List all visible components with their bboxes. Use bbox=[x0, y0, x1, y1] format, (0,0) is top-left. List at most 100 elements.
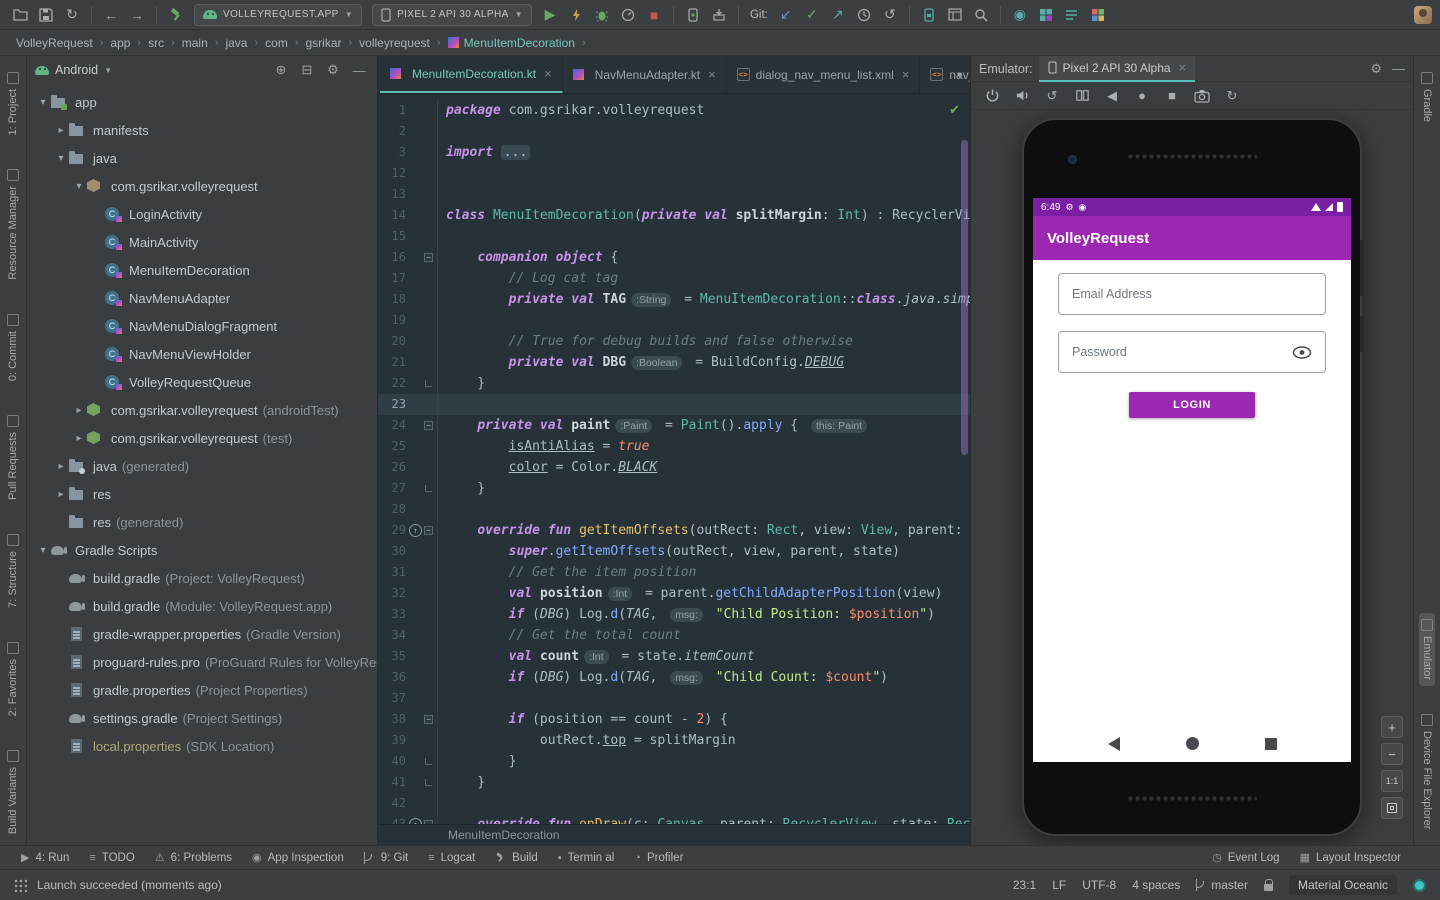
code-line[interactable]: 39 outRect.top = splitMargin bbox=[378, 730, 970, 751]
gutter[interactable]: 36 bbox=[378, 667, 438, 688]
breadcrumb-item[interactable]: app bbox=[110, 36, 130, 50]
gutter[interactable]: 40 bbox=[378, 751, 438, 772]
fold-end-icon[interactable] bbox=[425, 485, 432, 492]
code-line[interactable]: 26 color = Color.BLACK bbox=[378, 457, 970, 478]
fold-end-icon[interactable] bbox=[425, 758, 432, 765]
emulator-settings-icon[interactable]: ⚙ bbox=[1370, 61, 1382, 77]
gutter[interactable]: 39 bbox=[378, 730, 438, 751]
gutter[interactable]: 32 bbox=[378, 583, 438, 604]
rotate-left-icon[interactable]: ↺ bbox=[1043, 87, 1061, 105]
code-line[interactable]: 24− private val paint:Paint = Paint().ap… bbox=[378, 415, 970, 436]
code-line[interactable]: 3import ... bbox=[378, 142, 970, 163]
tree-row[interactable]: CNavMenuAdapter bbox=[27, 284, 377, 312]
code-line[interactable]: 18 private val TAG:String = MenuItemDeco… bbox=[378, 289, 970, 310]
build-hammer-icon[interactable] bbox=[164, 4, 188, 26]
tree-row[interactable]: CNavMenuDialogFragment bbox=[27, 312, 377, 340]
file-encoding[interactable]: UTF-8 bbox=[1082, 878, 1116, 892]
back-icon[interactable]: ← bbox=[99, 4, 123, 26]
volume-icon[interactable] bbox=[1013, 87, 1031, 105]
zoom-fit-button[interactable] bbox=[1381, 797, 1403, 819]
gutter[interactable]: 34 bbox=[378, 625, 438, 646]
layout-inspector-icon[interactable] bbox=[943, 4, 967, 26]
editor-scrollbar[interactable] bbox=[961, 140, 968, 455]
code-line[interactable]: 38− if (position == count - 2) { bbox=[378, 709, 970, 730]
avd-manager-icon[interactable] bbox=[681, 4, 705, 26]
breadcrumb-item[interactable]: MenuItemDecoration bbox=[464, 36, 575, 50]
theme-color-dot[interactable] bbox=[1413, 879, 1426, 892]
gutter[interactable]: 24− bbox=[378, 415, 438, 436]
close-tab-icon[interactable]: × bbox=[708, 67, 716, 82]
tool-button-6-problems[interactable]: ⚠6: Problems bbox=[146, 849, 241, 866]
override-method-icon[interactable]: ↑ bbox=[409, 524, 422, 537]
breadcrumb-item[interactable]: gsrikar bbox=[305, 36, 341, 50]
nav-home-icon[interactable] bbox=[1186, 737, 1199, 750]
tree-row[interactable]: CMenuItemDecoration bbox=[27, 256, 377, 284]
zoom-reset-button[interactable]: 1:1 bbox=[1381, 770, 1403, 792]
tool-button-4-run[interactable]: ▶4: Run bbox=[12, 849, 78, 866]
fold-start-icon[interactable]: − bbox=[424, 820, 433, 824]
gutter[interactable]: 37 bbox=[378, 688, 438, 709]
tree-row[interactable]: CNavMenuViewHolder bbox=[27, 340, 377, 368]
gutter[interactable]: 19 bbox=[378, 310, 438, 331]
fold-end-icon[interactable] bbox=[425, 380, 432, 387]
show-password-icon[interactable] bbox=[1292, 346, 1312, 359]
code-line[interactable]: 2 bbox=[378, 121, 970, 142]
settings-icon[interactable]: ⚙ bbox=[323, 62, 343, 78]
gutter[interactable]: 35 bbox=[378, 646, 438, 667]
gutter[interactable]: 17 bbox=[378, 268, 438, 289]
tree-row[interactable]: gradle-wrapper.properties (Gradle Versio… bbox=[27, 620, 377, 648]
editor-tab[interactable]: MenuItemDecoration.kt× bbox=[380, 56, 563, 93]
gutter[interactable]: 30 bbox=[378, 541, 438, 562]
tree-row[interactable]: ▾com.gsrikar.volleyrequest bbox=[27, 172, 377, 200]
gutter[interactable]: 31 bbox=[378, 562, 438, 583]
code-line[interactable]: 23 bbox=[378, 394, 970, 415]
breadcrumb-item[interactable]: VolleyRequest bbox=[16, 36, 93, 50]
sync-icon[interactable]: ↻ bbox=[60, 4, 84, 26]
tool-button-todo[interactable]: ≡TODO bbox=[80, 849, 143, 866]
device-manager-icon[interactable] bbox=[1034, 4, 1058, 26]
code-line[interactable]: 41 } bbox=[378, 772, 970, 793]
tree-row[interactable]: settings.gradle (Project Settings) bbox=[27, 704, 377, 732]
gutter[interactable]: 16− bbox=[378, 247, 438, 268]
lock-icon[interactable] bbox=[1264, 884, 1273, 891]
gutter[interactable]: 20 bbox=[378, 331, 438, 352]
tool-window-button-device-file-explorer[interactable]: Device File Explorer bbox=[1419, 708, 1435, 835]
gutter[interactable]: 29↑− bbox=[378, 520, 438, 541]
search-icon[interactable] bbox=[969, 4, 993, 26]
tree-row[interactable]: ▸com.gsrikar.volleyrequest (test) bbox=[27, 424, 377, 452]
back-button[interactable]: ◀ bbox=[1103, 87, 1121, 105]
code-line[interactable]: 14class MenuItemDecoration(private val s… bbox=[378, 205, 970, 226]
code-line[interactable]: 19 bbox=[378, 310, 970, 331]
gutter[interactable]: 26 bbox=[378, 457, 438, 478]
fold-start-icon[interactable]: − bbox=[424, 253, 433, 262]
screenshot-icon[interactable] bbox=[1193, 87, 1211, 105]
inspection-ok-icon[interactable]: ✔ bbox=[949, 102, 960, 118]
tree-row[interactable]: ▾app bbox=[27, 88, 377, 116]
plugin-icon[interactable] bbox=[1086, 4, 1110, 26]
tool-window-button-build-variants[interactable]: Build Variants bbox=[5, 744, 21, 840]
code-line[interactable]: 35 val count:Int = state.itemCount bbox=[378, 646, 970, 667]
run-button[interactable]: ▶ bbox=[538, 4, 562, 26]
tool-button-app-inspection[interactable]: ◉App Inspection bbox=[243, 849, 353, 866]
fold-icon[interactable] bbox=[1073, 87, 1091, 105]
gutter[interactable]: 28 bbox=[378, 499, 438, 520]
gutter[interactable]: 22 bbox=[378, 373, 438, 394]
code-line[interactable]: 28 bbox=[378, 499, 970, 520]
tool-button-layout-inspector[interactable]: ▦Layout Inspector bbox=[1291, 849, 1410, 866]
power-icon[interactable] bbox=[983, 87, 1001, 105]
debug-icon[interactable] bbox=[590, 4, 614, 26]
tree-row[interactable]: ▸java (generated) bbox=[27, 452, 377, 480]
code-area[interactable]: ✔ 1package com.gsrikar.volleyrequest23im… bbox=[378, 94, 970, 824]
home-button[interactable]: ● bbox=[1133, 87, 1151, 105]
tool-window-button-1-project[interactable]: 1: Project bbox=[5, 66, 21, 141]
code-line[interactable]: 1package com.gsrikar.volleyrequest bbox=[378, 100, 970, 121]
code-line[interactable]: 25 isAntiAlias = true bbox=[378, 436, 970, 457]
tool-window-switcher-icon[interactable] bbox=[14, 879, 27, 892]
breadcrumb-item[interactable]: com bbox=[265, 36, 288, 50]
code-line[interactable]: 32 val position:Int = parent.getChildAda… bbox=[378, 583, 970, 604]
fold-start-icon[interactable]: − bbox=[424, 715, 433, 724]
hide-panel-icon[interactable]: — bbox=[349, 63, 369, 78]
gutter[interactable]: 23 bbox=[378, 394, 438, 415]
tree-row[interactable]: build.gradle (Project: VolleyRequest) bbox=[27, 564, 377, 592]
tree-row[interactable]: local.properties (SDK Location) bbox=[27, 732, 377, 760]
